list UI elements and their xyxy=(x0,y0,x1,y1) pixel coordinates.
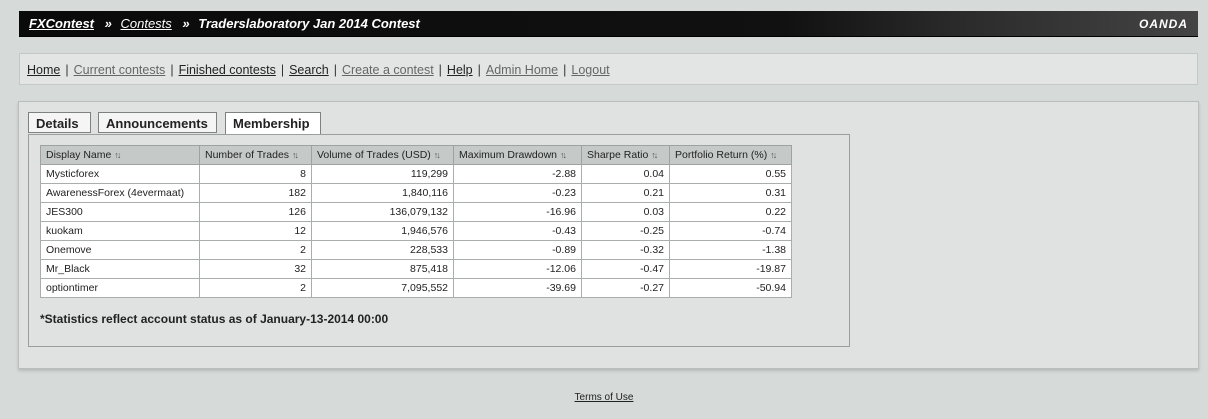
table-header-row: Display Name ↑↓ Number of Trades ↑↓ Volume… xyxy=(40,145,792,165)
cell-display-name: optiontimer xyxy=(40,278,200,298)
cell-sharpe-ratio: 0.03 xyxy=(581,202,670,222)
sort-arrows-icon[interactable]: ↑↓ xyxy=(651,150,658,160)
cell-number-of-trades: 2 xyxy=(199,278,312,298)
page-footer: Terms of Use xyxy=(0,392,1208,403)
cell-number-of-trades: 126 xyxy=(199,202,312,222)
nav-admin-home-link[interactable]: Admin Home xyxy=(486,63,558,77)
site-header: FXContest » Contests » Traderslaboratory… xyxy=(19,11,1198,37)
column-header-sharpe-ratio[interactable]: Sharpe Ratio ↑↓ xyxy=(581,145,670,165)
cell-display-name: JES300 xyxy=(40,202,200,222)
cell-maximum-drawdown: -0.23 xyxy=(453,183,582,203)
breadcrumb-current: Traderslaboratory Jan 2014 Contest xyxy=(198,16,420,31)
cell-display-name: AwarenessForex (4evermaat) xyxy=(40,183,200,203)
cell-sharpe-ratio: 0.21 xyxy=(581,183,670,203)
cell-maximum-drawdown: -0.89 xyxy=(453,240,582,260)
tab-details[interactable]: Details xyxy=(28,112,91,133)
cell-portfolio-return: 0.31 xyxy=(669,183,792,203)
cell-maximum-drawdown: -39.69 xyxy=(453,278,582,298)
column-header-maximum-drawdown[interactable]: Maximum Drawdown ↑↓ xyxy=(453,145,582,165)
cell-volume-of-trades: 7,095,552 xyxy=(311,278,454,298)
membership-content: Display Name ↑↓ Number of Trades ↑↓ Volume… xyxy=(28,134,850,347)
breadcrumb: FXContest » Contests » Traderslaboratory… xyxy=(29,16,420,31)
oanda-logo: OANDA xyxy=(1139,17,1188,31)
column-header-number-of-trades[interactable]: Number of Trades ↑↓ xyxy=(199,145,312,165)
membership-table: Display Name ↑↓ Number of Trades ↑↓ Volume… xyxy=(40,145,792,298)
cell-sharpe-ratio: -0.47 xyxy=(581,259,670,279)
cell-volume-of-trades: 875,418 xyxy=(311,259,454,279)
nav-separator: | xyxy=(563,63,567,77)
sort-arrows-icon[interactable]: ↑↓ xyxy=(434,150,441,160)
tab-announcements[interactable]: Announcements xyxy=(98,112,217,133)
cell-portfolio-return: -0.74 xyxy=(669,221,792,241)
cell-display-name: Mr_Black xyxy=(40,259,200,279)
cell-portfolio-return: 0.22 xyxy=(669,202,792,222)
table-row: JES300 126 136,079,132 -16.96 0.03 0.22 xyxy=(40,202,792,222)
table-row: Mysticforex 8 119,299 -2.88 0.04 0.55 xyxy=(40,164,792,184)
cell-volume-of-trades: 228,533 xyxy=(311,240,454,260)
cell-portfolio-return: -50.94 xyxy=(669,278,792,298)
nav-separator: | xyxy=(333,63,337,77)
cell-maximum-drawdown: -0.43 xyxy=(453,221,582,241)
statistics-note: *Statistics reflect account status as of… xyxy=(40,312,389,326)
table-row: optiontimer 2 7,095,552 -39.69 -0.27 -50… xyxy=(40,278,792,298)
cell-number-of-trades: 182 xyxy=(199,183,312,203)
cell-display-name: Mysticforex xyxy=(40,164,200,184)
sort-arrows-icon[interactable]: ↑↓ xyxy=(560,150,567,160)
breadcrumb-contests-link[interactable]: Contests xyxy=(120,16,171,31)
top-navigation: Home | Current contests | Finished contests |… xyxy=(19,53,1198,85)
table-row: Onemove 2 228,533 -0.89 -0.32 -1.38 xyxy=(40,240,792,260)
nav-separator: | xyxy=(280,63,285,77)
nav-finished-contests-link[interactable]: Finished contests xyxy=(179,63,276,77)
cell-portfolio-return: -19.87 xyxy=(669,259,792,279)
cell-portfolio-return: 0.55 xyxy=(669,164,792,184)
cell-portfolio-return: -1.38 xyxy=(669,240,792,260)
nav-search-link[interactable]: Search xyxy=(289,63,329,77)
cell-volume-of-trades: 1,946,576 xyxy=(311,221,454,241)
cell-sharpe-ratio: 0.04 xyxy=(581,164,670,184)
nav-separator: | xyxy=(438,63,442,77)
breadcrumb-separator: » xyxy=(182,16,190,31)
column-header-display-name[interactable]: Display Name ↑↓ xyxy=(40,145,200,165)
nav-create-contest-link[interactable]: Create a contest xyxy=(342,63,434,77)
cell-volume-of-trades: 1,840,116 xyxy=(311,183,454,203)
cell-number-of-trades: 12 xyxy=(199,221,312,241)
table-row: AwarenessForex (4evermaat) 182 1,840,116… xyxy=(40,183,792,203)
cell-sharpe-ratio: -0.25 xyxy=(581,221,670,241)
cell-sharpe-ratio: -0.27 xyxy=(581,278,670,298)
nav-separator: | xyxy=(170,63,174,77)
nav-separator: | xyxy=(477,63,481,77)
nav-logout-link[interactable]: Logout xyxy=(571,63,609,77)
cell-display-name: Onemove xyxy=(40,240,200,260)
cell-number-of-trades: 32 xyxy=(199,259,312,279)
breadcrumb-separator: » xyxy=(104,16,112,31)
terms-of-use-link[interactable]: Terms of Use xyxy=(575,392,634,403)
column-header-volume-of-trades[interactable]: Volume of Trades (USD) ↑↓ xyxy=(311,145,454,165)
cell-number-of-trades: 8 xyxy=(199,164,312,184)
nav-help-link[interactable]: Help xyxy=(447,63,473,77)
cell-maximum-drawdown: -16.96 xyxy=(453,202,582,222)
column-header-portfolio-return[interactable]: Portfolio Return (%) ↑↓ xyxy=(669,145,792,165)
nav-home-link[interactable]: Home xyxy=(27,63,60,77)
cell-maximum-drawdown: -2.88 xyxy=(453,164,582,184)
tab-membership[interactable]: Membership xyxy=(225,112,321,135)
cell-volume-of-trades: 119,299 xyxy=(311,164,454,184)
cell-display-name: kuokam xyxy=(40,221,200,241)
sort-arrows-icon[interactable]: ↑↓ xyxy=(114,150,121,160)
cell-number-of-trades: 2 xyxy=(199,240,312,260)
nav-current-contests-link[interactable]: Current contests xyxy=(74,63,166,77)
nav-separator: | xyxy=(65,63,69,77)
breadcrumb-fxcontest-link[interactable]: FXContest xyxy=(29,16,94,31)
contest-panel: Details Announcements Membership Display… xyxy=(18,101,1199,369)
table-row: Mr_Black 32 875,418 -12.06 -0.47 -19.87 xyxy=(40,259,792,279)
cell-volume-of-trades: 136,079,132 xyxy=(311,202,454,222)
sort-arrows-icon[interactable]: ↑↓ xyxy=(292,150,299,160)
table-row: kuokam 12 1,946,576 -0.43 -0.25 -0.74 xyxy=(40,221,792,241)
sort-arrows-icon[interactable]: ↑↓ xyxy=(770,150,777,160)
cell-maximum-drawdown: -12.06 xyxy=(453,259,582,279)
cell-sharpe-ratio: -0.32 xyxy=(581,240,670,260)
